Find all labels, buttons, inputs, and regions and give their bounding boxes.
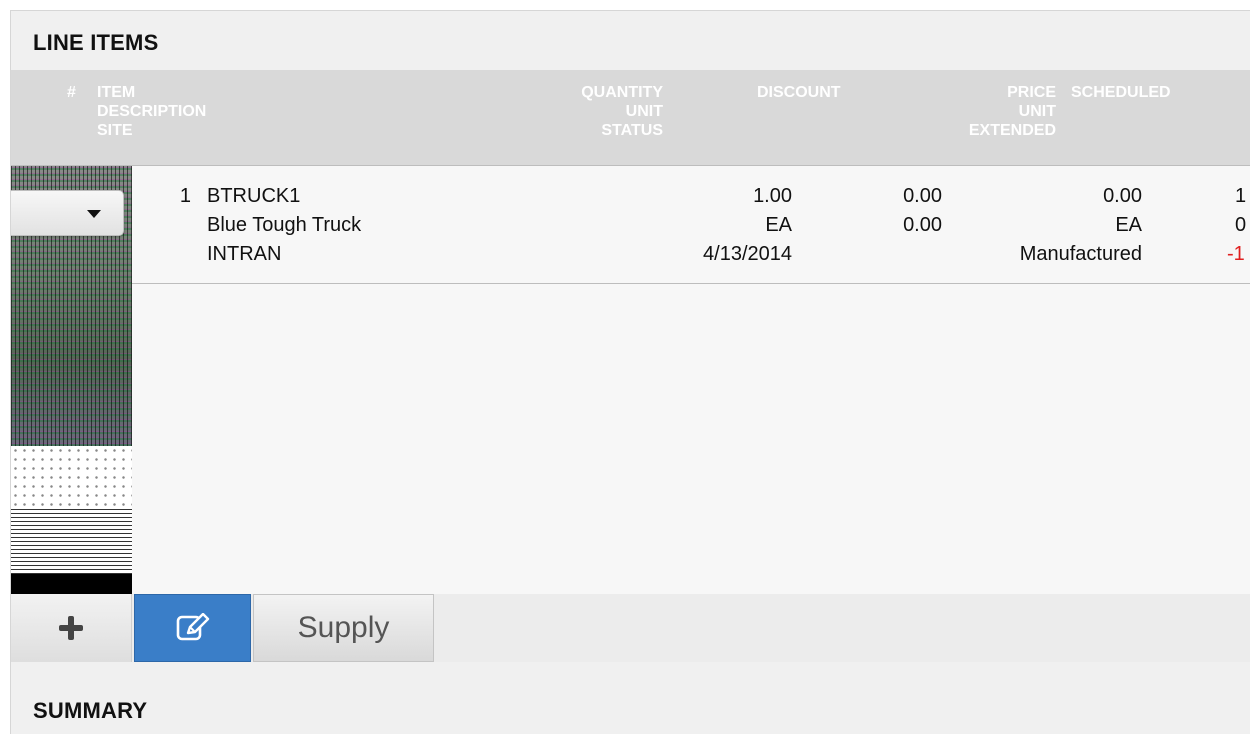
status-date: 4/13/2014: [703, 243, 792, 265]
item-code: BTRUCK1: [207, 185, 301, 207]
supply-button[interactable]: Supply: [253, 594, 434, 662]
discount-cell: 0.00 0.00: [841, 182, 942, 240]
edit-icon: [176, 613, 209, 641]
header-extended: EXTENDED: [968, 122, 1056, 139]
header-status: STATUS: [601, 122, 663, 139]
price-unit: EA: [1115, 214, 1142, 236]
price-cell: 0.00 EA Manufactured: [961, 182, 1142, 269]
clipped-value-1: 1: [1235, 185, 1247, 207]
grid-body: 1 BTRUCK1 Blue Tough Truck INTRAN 1.00 E…: [11, 166, 1250, 594]
line-items-toolbar: Supply: [11, 594, 1250, 662]
clipped-negative-value: -1: [1227, 243, 1245, 265]
row-menu-button[interactable]: [11, 190, 124, 236]
quantity-cell: 1.00 EA 4/13/2014: [611, 182, 792, 269]
header-discount: DISCOUNT: [757, 84, 841, 101]
edit-line-button[interactable]: [134, 594, 251, 662]
discount-value-2: 0.00: [903, 214, 942, 236]
line-number: 1: [179, 185, 191, 207]
item-site: INTRAN: [207, 243, 282, 265]
header-price: PRICE: [1007, 84, 1056, 101]
add-line-button[interactable]: [11, 594, 132, 662]
header-item-col: ITEM DESCRIPTION SITE: [97, 83, 206, 140]
header-price-col: PRICE UNIT EXTENDED: [911, 83, 1056, 140]
header-price-unit: UNIT: [1018, 103, 1056, 120]
price-value: 0.00: [1103, 185, 1142, 207]
header-unit: UNIT: [625, 103, 663, 120]
header-item: ITEM: [97, 84, 136, 101]
quantity-unit: EA: [765, 214, 792, 236]
caret-down-icon: [87, 210, 101, 218]
header-number: #: [67, 84, 76, 101]
header-site: SITE: [97, 122, 133, 139]
discount-value: 0.00: [903, 185, 942, 207]
scheduled-cell-clipped: 1 0 -1: [1227, 182, 1247, 269]
quantity-value: 1.00: [753, 185, 792, 207]
plus-icon: [56, 613, 86, 643]
item-description: Blue Tough Truck: [207, 214, 362, 236]
price-status: Manufactured: [1019, 243, 1142, 265]
line-items-panel: LINE ITEMS # ITEM DESCRIPTION SITE QUANT…: [10, 10, 1250, 734]
table-row[interactable]: 1 BTRUCK1 Blue Tough Truck INTRAN 1.00 E…: [11, 166, 1250, 284]
grid-header: # ITEM DESCRIPTION SITE QUANTITY UNIT ST…: [11, 70, 1250, 166]
header-scheduled: SCHEDULED: [1071, 84, 1171, 101]
row-selector-strip: [11, 166, 132, 594]
header-quantity: QUANTITY: [581, 84, 663, 101]
header-description: DESCRIPTION: [97, 103, 207, 120]
summary-title: SUMMARY: [33, 698, 148, 723]
item-cell: BTRUCK1 Blue Tough Truck INTRAN: [207, 182, 361, 269]
header-quantity-col: QUANTITY UNIT STATUS: [511, 83, 663, 140]
clipped-value-2: 0: [1235, 214, 1247, 236]
line-items-title: LINE ITEMS: [33, 30, 159, 55]
